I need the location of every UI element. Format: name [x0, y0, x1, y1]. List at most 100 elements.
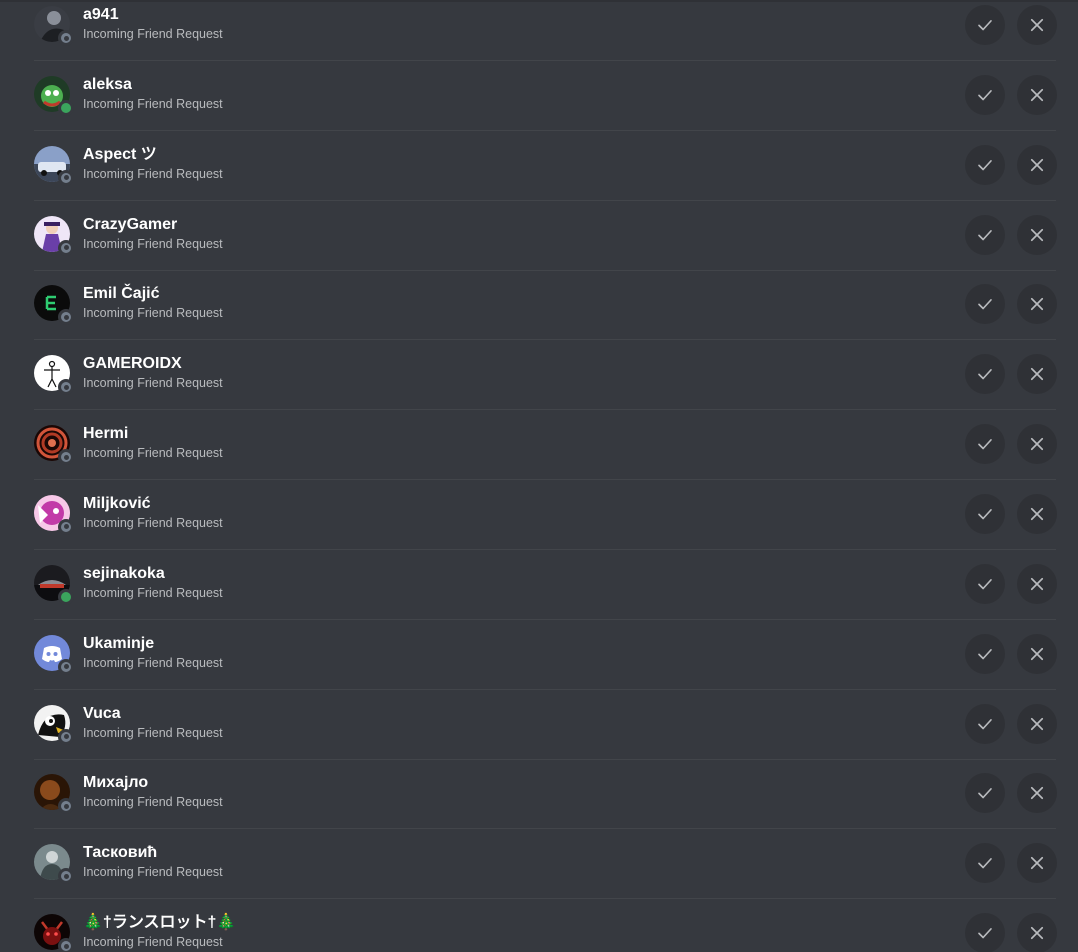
decline-request-button[interactable] — [1017, 214, 1057, 255]
friend-username: Aspect ツ — [83, 145, 157, 163]
accept-request-button[interactable] — [965, 913, 1005, 952]
friend-username: Тасковић — [83, 844, 158, 862]
friend-request-row[interactable]: Hermi Incoming Friend Request — [34, 410, 1057, 481]
close-icon — [1028, 226, 1046, 244]
friend-request-row[interactable]: aleksa Incoming Friend Request — [34, 61, 1057, 131]
online-status-icon — [58, 588, 74, 605]
decline-request-button[interactable] — [1017, 913, 1057, 952]
friend-request-subtext: Incoming Friend Request — [83, 166, 223, 181]
accept-request-button[interactable] — [965, 74, 1005, 115]
friend-username: Miljković — [83, 494, 151, 512]
friend-request-row[interactable]: Aspect ツ Incoming Friend Request — [34, 131, 1057, 201]
friend-request-subtext: Incoming Friend Request — [83, 376, 223, 391]
decline-request-button[interactable] — [1017, 633, 1057, 674]
accept-request-button[interactable] — [965, 703, 1005, 744]
accept-request-button[interactable] — [965, 773, 1005, 814]
pink-anime-avatar — [34, 494, 74, 535]
friend-username: Михајло — [83, 774, 149, 792]
accept-request-button[interactable] — [965, 493, 1005, 534]
decline-request-button[interactable] — [1017, 703, 1057, 744]
purple-character-avatar — [34, 215, 74, 256]
friend-request-row[interactable]: Михајло Incoming Friend Request — [34, 759, 1057, 830]
friend-request-row[interactable]: Тасковић Incoming Friend Request — [34, 829, 1057, 900]
offline-status-icon — [58, 798, 74, 815]
close-icon — [1028, 575, 1046, 593]
friend-request-subtext: Incoming Friend Request — [83, 306, 223, 321]
decline-request-button[interactable] — [1017, 284, 1057, 325]
friend-request-row[interactable]: CrazyGamer Incoming Friend Request — [34, 201, 1057, 271]
friend-username: Hermi — [83, 425, 129, 443]
decline-request-button[interactable] — [1017, 144, 1057, 185]
accept-request-button[interactable] — [965, 5, 1005, 45]
friend-username: 🎄†ランスロット†🎄 — [83, 914, 237, 932]
friend-request-row[interactable]: Vuca Incoming Friend Request — [34, 690, 1057, 760]
friend-request-subtext: Incoming Friend Request — [83, 725, 223, 740]
offline-status-icon — [58, 379, 74, 396]
offline-status-icon — [58, 728, 74, 745]
friend-request-subtext: Incoming Friend Request — [83, 236, 223, 251]
decline-request-button[interactable] — [1017, 843, 1057, 884]
friend-request-row[interactable]: Emil Čajić Incoming Friend Request — [34, 270, 1057, 341]
friend-request-subtext: Incoming Friend Request — [83, 27, 223, 41]
offline-status-icon — [58, 868, 74, 885]
offline-status-icon — [58, 30, 74, 46]
check-icon — [976, 505, 994, 523]
decline-request-button[interactable] — [1017, 563, 1057, 604]
friend-request-subtext: Incoming Friend Request — [83, 96, 223, 111]
friend-request-row[interactable]: 🎄†ランスロット†🎄 Incoming Friend Request — [34, 899, 1057, 952]
close-icon — [1028, 924, 1046, 942]
close-icon — [1028, 365, 1046, 383]
discord-logo-avatar — [34, 634, 74, 675]
accept-request-button[interactable] — [965, 354, 1005, 395]
check-icon — [976, 924, 994, 942]
decline-request-button[interactable] — [1017, 74, 1057, 115]
friend-username: aleksa — [83, 75, 132, 93]
close-icon — [1028, 645, 1046, 663]
check-icon — [976, 645, 994, 663]
close-icon — [1028, 16, 1046, 34]
accept-request-button[interactable] — [965, 144, 1005, 185]
friend-request-row[interactable]: GAMEROIDX Incoming Friend Request — [34, 340, 1057, 411]
friend-request-subtext: Incoming Friend Request — [83, 655, 223, 670]
close-icon — [1028, 784, 1046, 802]
offline-status-icon — [58, 658, 74, 675]
check-icon — [976, 365, 994, 383]
offline-status-icon — [58, 938, 74, 952]
decline-request-button[interactable] — [1017, 354, 1057, 395]
friend-request-row[interactable]: a941 Incoming Friend Request — [34, 0, 1057, 61]
portrait-avatar — [34, 774, 74, 815]
friend-request-list: a941 Incoming Friend Request aleksa Incomin… — [0, 0, 1078, 952]
friend-request-subtext: Incoming Friend Request — [83, 446, 223, 461]
soldier-avatar — [34, 844, 74, 885]
accept-request-button[interactable] — [965, 843, 1005, 884]
dark-figure-avatar — [34, 6, 74, 46]
friend-request-subtext: Incoming Friend Request — [83, 935, 223, 950]
decline-request-button[interactable] — [1017, 493, 1057, 534]
friend-username: Vuca — [83, 704, 121, 722]
accept-request-button[interactable] — [965, 424, 1005, 465]
car-night-avatar — [34, 564, 74, 605]
accept-request-button[interactable] — [965, 563, 1005, 604]
friend-username: GAMEROIDX — [83, 355, 182, 373]
friend-request-row[interactable]: sejinakoka Incoming Friend Request — [34, 550, 1057, 620]
friend-request-row[interactable]: Miljković Incoming Friend Request — [34, 480, 1057, 550]
stick-figure-avatar — [34, 355, 74, 396]
spiral-mask-avatar — [34, 425, 74, 466]
accept-request-button[interactable] — [965, 633, 1005, 674]
decline-request-button[interactable] — [1017, 773, 1057, 814]
accept-request-button[interactable] — [965, 214, 1005, 255]
friend-request-row[interactable]: Ukaminje Incoming Friend Request — [34, 620, 1057, 690]
friend-request-subtext: Incoming Friend Request — [83, 795, 223, 810]
close-icon — [1028, 86, 1046, 104]
close-icon — [1028, 854, 1046, 872]
close-icon — [1028, 435, 1046, 453]
green-creature-avatar — [34, 75, 74, 116]
decline-request-button[interactable] — [1017, 424, 1057, 465]
friend-username: Ukaminje — [83, 634, 155, 652]
accept-request-button[interactable] — [965, 284, 1005, 325]
penguin-avatar — [34, 704, 74, 745]
decline-request-button[interactable] — [1017, 5, 1057, 45]
friend-username: Emil Čajić — [83, 285, 160, 303]
offline-status-icon — [58, 518, 74, 535]
online-status-icon — [58, 99, 74, 116]
